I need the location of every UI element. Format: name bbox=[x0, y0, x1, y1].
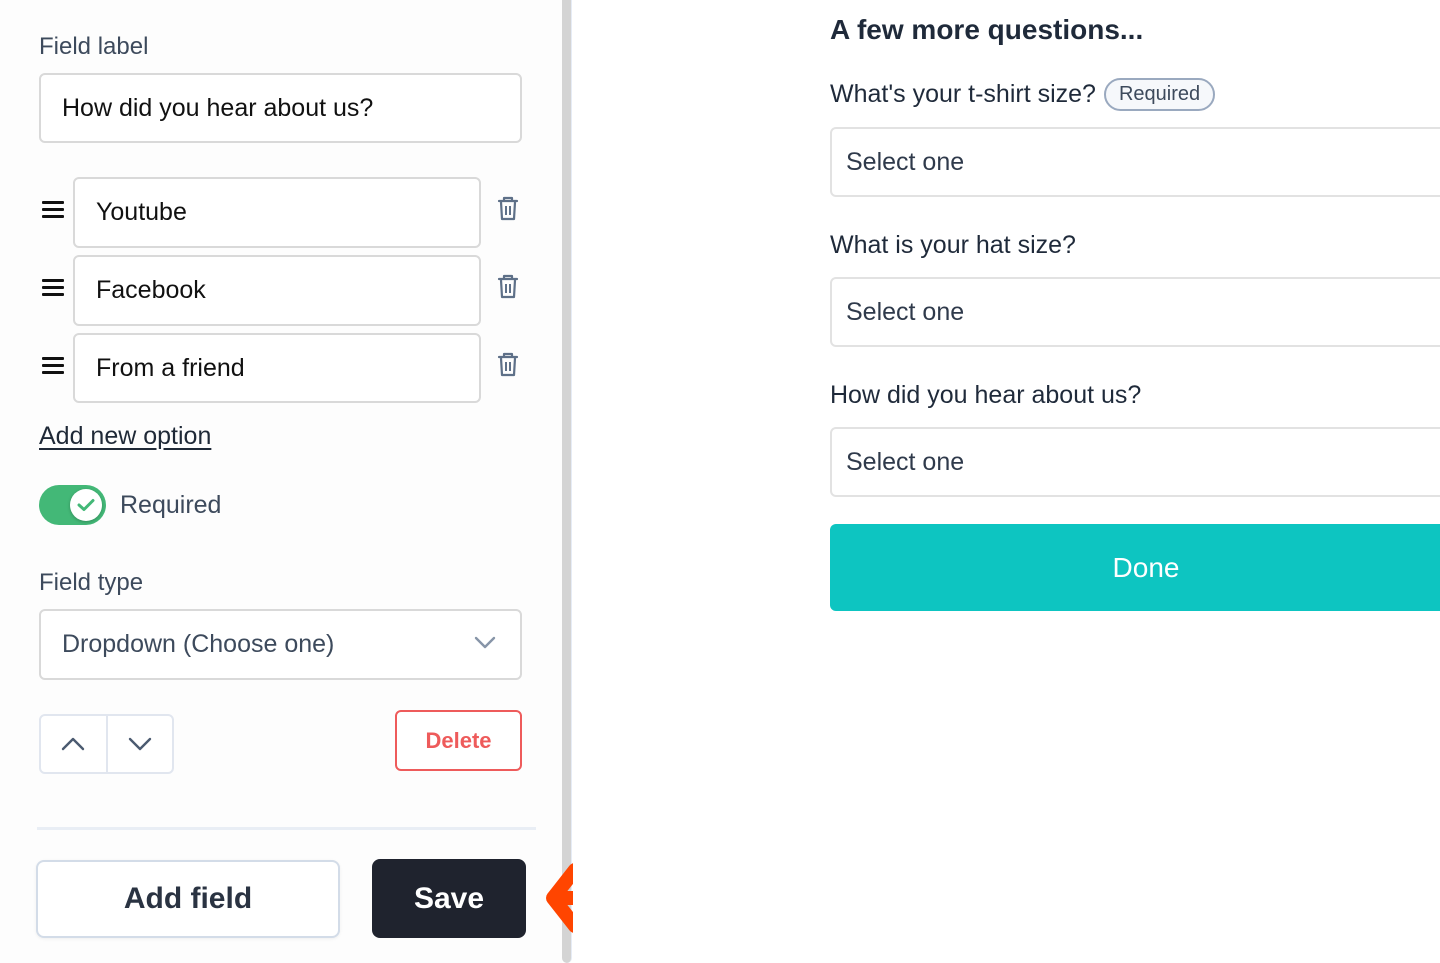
delete-button[interactable]: Delete bbox=[395, 710, 522, 771]
chevron-up-icon bbox=[62, 737, 85, 751]
move-up-button[interactable] bbox=[41, 716, 106, 772]
field-editor-panel: Field label How did you hear about us? Y… bbox=[0, 0, 562, 963]
tshirt-size-select[interactable]: Select one bbox=[830, 127, 1440, 197]
done-button[interactable]: Done bbox=[830, 524, 1440, 611]
chevron-down-icon bbox=[128, 737, 151, 751]
required-label: Required bbox=[120, 491, 222, 519]
field-label-heading: Field label bbox=[39, 33, 149, 60]
select-placeholder: Select one bbox=[846, 147, 965, 176]
question-label: What's your t-shirt size? Required bbox=[830, 78, 1216, 111]
add-new-option-link[interactable]: Add new option bbox=[39, 422, 211, 451]
add-field-button[interactable]: Add field bbox=[36, 860, 340, 938]
option-input[interactable]: From a friend bbox=[73, 333, 481, 403]
hear-about-us-select[interactable]: Select one bbox=[830, 427, 1440, 497]
move-down-button[interactable] bbox=[105, 716, 173, 772]
option-input[interactable]: Youtube bbox=[73, 177, 481, 248]
trash-icon[interactable] bbox=[496, 196, 520, 222]
question-text: What is your hat size? bbox=[830, 231, 1076, 259]
required-badge: Required bbox=[1103, 78, 1216, 111]
reorder-buttons bbox=[39, 714, 174, 774]
question-text: What's your t-shirt size? bbox=[830, 80, 1096, 108]
panel-scrollbar[interactable] bbox=[562, 0, 572, 963]
question-label: How did you hear about us? bbox=[830, 381, 1141, 410]
drag-handle-icon[interactable] bbox=[42, 357, 64, 375]
trash-icon[interactable] bbox=[496, 352, 520, 378]
drag-handle-icon[interactable] bbox=[42, 201, 64, 219]
trash-icon[interactable] bbox=[496, 274, 520, 300]
chevron-down-icon bbox=[474, 636, 496, 649]
question-text: How did you hear about us? bbox=[830, 381, 1142, 409]
footer-divider bbox=[37, 827, 536, 830]
preview-title: A few more questions... bbox=[830, 14, 1144, 45]
save-button[interactable]: Save bbox=[372, 859, 526, 938]
required-toggle[interactable] bbox=[39, 485, 106, 525]
field-type-value: Dropdown (Choose one) bbox=[62, 630, 335, 658]
hat-size-select[interactable]: Select one bbox=[830, 277, 1440, 347]
check-icon bbox=[70, 489, 102, 521]
field-type-heading: Field type bbox=[39, 569, 144, 596]
field-label-input[interactable]: How did you hear about us? bbox=[39, 73, 522, 143]
question-label: What is your hat size? bbox=[830, 231, 1076, 260]
field-type-select[interactable]: Dropdown (Choose one) bbox=[39, 609, 522, 680]
select-placeholder: Select one bbox=[846, 447, 965, 476]
option-input[interactable]: Facebook bbox=[73, 255, 481, 326]
select-placeholder: Select one bbox=[846, 297, 965, 326]
drag-handle-icon[interactable] bbox=[42, 279, 64, 297]
